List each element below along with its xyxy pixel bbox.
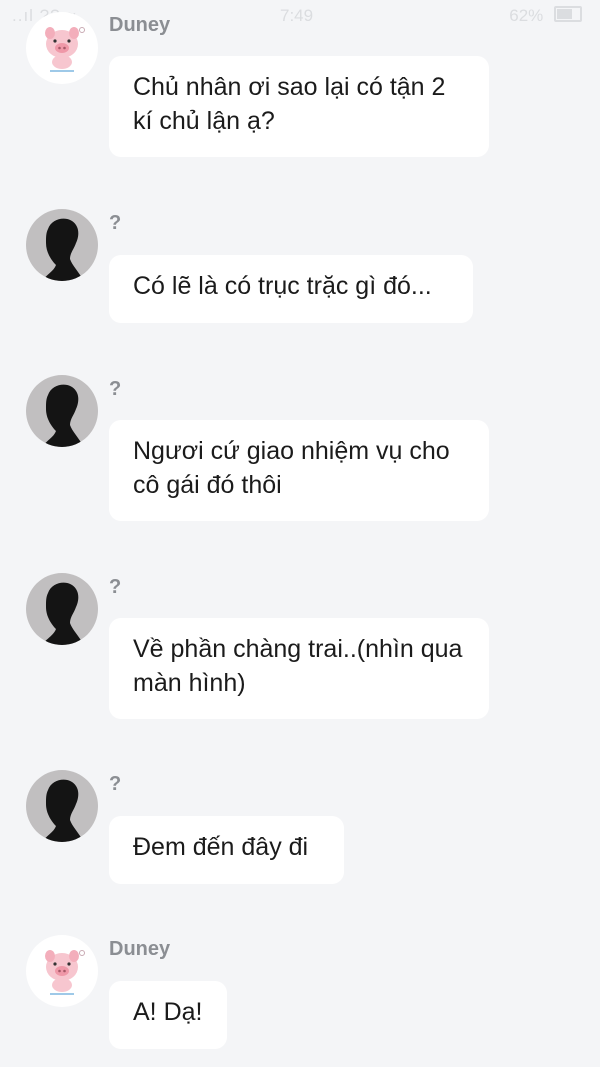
message-bubble[interactable]: Có lẽ là có trục trặc gì đó... (109, 255, 473, 323)
silhouette-icon (42, 218, 84, 281)
message-bubble[interactable]: Ngươi cứ giao nhiệm vụ cho cô gái đó thô… (109, 420, 489, 521)
message-bubble[interactable]: A! Dạ! (109, 981, 227, 1049)
silhouette-avatar[interactable] (26, 770, 98, 842)
sender-name: ? (109, 773, 122, 795)
battery-indicator: 62% (509, 6, 582, 26)
sender-name: ? (109, 212, 122, 234)
silhouette-avatar[interactable] (26, 573, 98, 645)
message-bubble[interactable]: Chủ nhân ơi sao lại có tận 2 kí chủ lận … (109, 56, 489, 157)
silhouette-avatar[interactable] (26, 375, 98, 447)
silhouette-icon (42, 582, 84, 645)
message-bubble[interactable]: Về phần chàng trai..(nhìn qua màn hình) (109, 618, 489, 719)
pig-icon (45, 27, 85, 72)
sender-name: Duney (109, 938, 171, 960)
pig-icon (45, 950, 85, 995)
pig-avatar[interactable] (26, 935, 98, 1007)
pig-avatar[interactable] (26, 12, 98, 84)
sender-name: ? (109, 378, 122, 400)
silhouette-icon (42, 384, 84, 447)
sender-name: ? (109, 576, 122, 598)
silhouette-avatar[interactable] (26, 209, 98, 281)
silhouette-icon (42, 779, 84, 842)
sender-name: Duney (109, 14, 171, 36)
battery-percent: 62% (509, 6, 544, 25)
status-time: 7:49 (280, 6, 314, 25)
message-bubble[interactable]: Đem đến đây đi (109, 816, 344, 884)
battery-icon (554, 6, 582, 22)
